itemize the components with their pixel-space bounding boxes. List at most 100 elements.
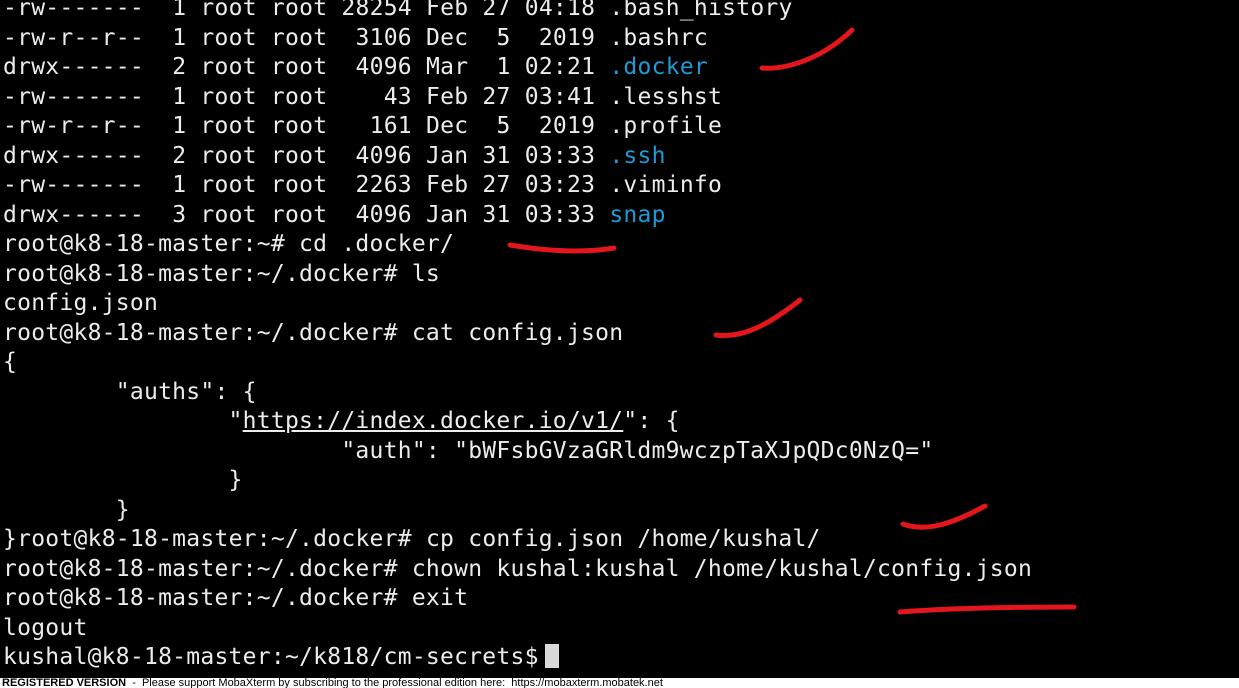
listing-links: 3 [172,201,187,228]
listing-month: Mar [426,54,469,80]
listing-row: -rw------- 1 root root 28254 Feb 27 04:1… [3,0,1239,24]
command-output: logout [3,614,1239,644]
listing-row: drwx------ 2 root root 4096 Jan 31 03:33… [3,142,1239,172]
listing-links: 1 [172,0,187,21]
shell-prompt: root@k8-18-master:~# [3,231,300,257]
listing-size: 2263 [355,172,412,198]
listing-size: 4096 [355,142,412,169]
listing-month: Dec [426,113,469,139]
listing-time: 03:41 [524,83,596,110]
command-text: ls [411,260,441,287]
listing-group: root [270,113,328,139]
listing-time: 02:21 [524,54,596,80]
listing-group: root [270,54,328,80]
listing-links: 2 [172,142,187,169]
listing-links: 1 [172,113,187,139]
listing-month: Feb [426,0,469,21]
listing-owner: root [200,54,257,80]
file-name: .bashrc [609,24,708,51]
listing-owner: root [200,24,257,51]
listing-owner: root [200,83,257,110]
directory-name: snap [609,201,666,228]
listing-group: root [270,24,328,51]
command-line: root@k8-18-master:~/.docker# chown kusha… [3,555,1239,585]
listing-perm: -rw------- [3,172,144,198]
listing-owner: root [200,172,257,198]
listing-links: 1 [172,83,187,110]
listing-day: 5 [496,113,511,139]
current-prompt-line: kushal@k8-18-master:~/k818/cm-secrets$ [3,643,1239,673]
directory-name: .ssh [609,142,666,169]
terminal-output[interactable]: -rw------- 1 root root 28254 Feb 27 04:1… [3,0,1239,673]
command-line: root@k8-18-master:~/.docker# ls [3,260,1239,290]
listing-day: 27 [482,172,511,198]
listing-row: -rw-r--r-- 1 root root 161 Dec 5 2019 .p… [3,112,1239,142]
json-text: } [3,467,243,493]
json-text: } [3,496,130,523]
listing-links: 2 [172,54,187,80]
listing-perm: -rw-r--r-- [3,113,144,139]
listing-size: 28254 [341,0,412,21]
listing-perm: -rw------- [3,83,144,110]
listing-size: 4096 [355,201,412,228]
json-text: "auths": { [3,378,257,405]
listing-row: -rw------- 1 root root 43 Feb 27 03:41 .… [3,83,1239,113]
listing-row: -rw------- 1 root root 2263 Feb 27 03:23… [3,171,1239,201]
listing-owner: root [200,201,257,228]
listing-time: 04:18 [524,0,596,21]
file-name: .bash_history [609,0,793,21]
json-line: "auths": { [3,378,1239,408]
command-text: chown kushal:kushal /home/kushal/config.… [411,555,1033,582]
file-name: .lesshst [609,83,723,110]
listing-day: 31 [482,201,511,228]
json-line: } [3,496,1239,526]
listing-day: 5 [496,24,511,51]
listing-time: 03:23 [524,172,596,198]
json-text: } [3,526,18,552]
listing-row: drwx------ 3 root root 4096 Jan 31 03:33… [3,201,1239,231]
listing-size: 3106 [355,24,412,51]
listing-day: 1 [496,54,511,80]
listing-day: 31 [482,142,511,169]
json-text: "auth": "bWFsbGVzaGRldm9wczpTaXJpQDc0NzQ… [3,437,934,464]
listing-owner: root [200,113,257,139]
listing-links: 1 [172,172,187,198]
json-line: } [3,466,1239,496]
json-line: "auth": "bWFsbGVzaGRldm9wczpTaXJpQDc0NzQ… [3,437,1239,467]
listing-month: Feb [426,172,469,198]
listing-month: Dec [426,24,469,51]
listing-month: Feb [426,83,469,110]
listing-perm: -rw------- [3,0,144,21]
listing-perm: -rw-r--r-- [3,24,144,51]
listing-size: 4096 [355,54,412,80]
listing-group: root [270,172,328,198]
json-line: { [3,348,1239,378]
listing-links: 1 [172,24,187,51]
listing-time: 03:33 [524,201,596,228]
directory-name: .docker [609,54,709,80]
shell-prompt: root@k8-18-master:~/.docker# [3,319,412,346]
status-bar-text: - Please support MobaXterm by subscribin… [126,678,663,688]
listing-month: Jan [426,142,469,169]
terminal-cursor[interactable] [544,644,559,668]
listing-perm: drwx------ [3,142,144,169]
listing-group: root [270,142,328,169]
shell-prompt: kushal@k8-18-master:~/k818/cm-secrets$ [3,644,539,670]
json-line: "https://index.docker.io/v1/": { [3,407,1239,437]
listing-row: -rw-r--r-- 1 root root 3106 Dec 5 2019 .… [3,24,1239,54]
json-url: https://index.docker.io/v1/ [242,408,624,434]
listing-perm: drwx------ [3,54,144,80]
output-text: config.json [3,290,159,316]
listing-perm: drwx------ [3,201,144,228]
shell-prompt: root@k8-18-master:~/.docker# [3,260,412,287]
command-text: cp config.json /home/kushal/ [425,526,821,552]
json-text: { [3,349,18,375]
listing-owner: root [200,0,257,21]
command-line: root@k8-18-master:~/.docker# exit [3,584,1239,614]
listing-month: Jan [426,201,469,228]
listing-group: root [270,0,328,21]
json-text: ": { [623,408,680,434]
listing-time: 03:33 [524,142,596,169]
listing-time: 2019 [538,113,596,139]
listing-size: 43 [383,83,412,110]
